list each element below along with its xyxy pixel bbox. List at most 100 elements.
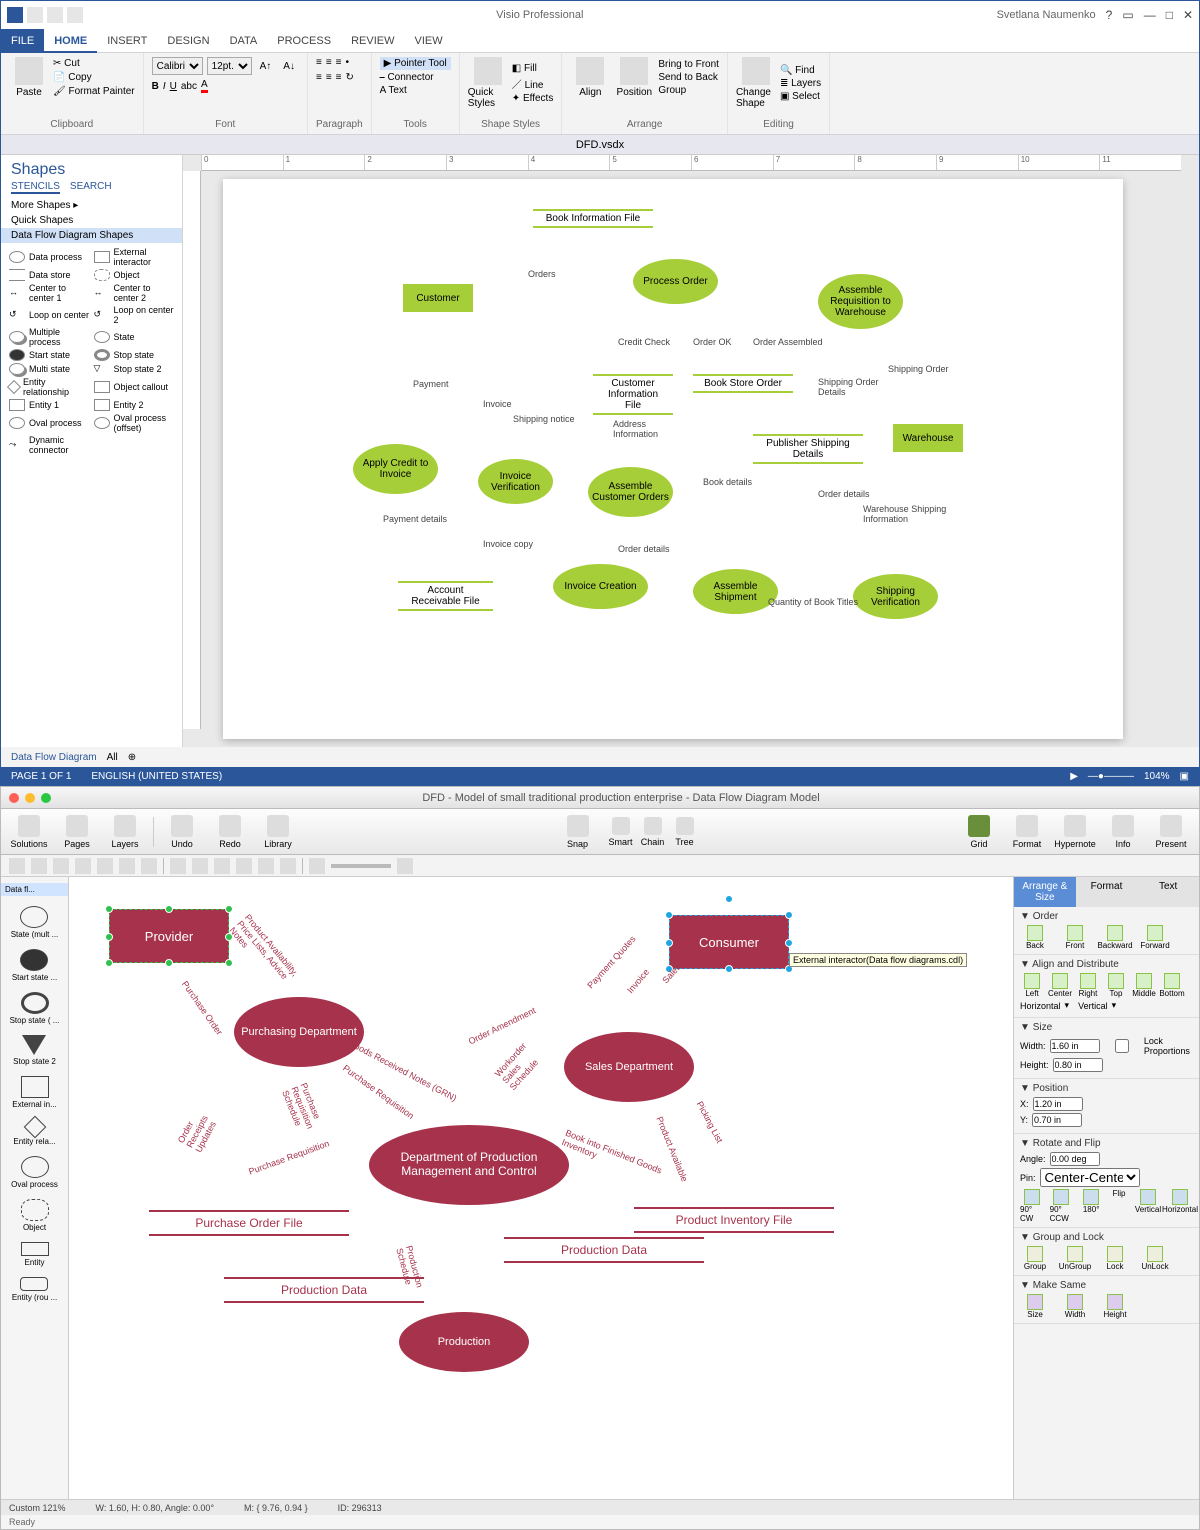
shape-oval-process-offset[interactable]: Oval process (offset) [94, 413, 175, 433]
shape-loop1[interactable]: ↺Loop on center [9, 305, 90, 325]
bold-button[interactable]: B [152, 81, 159, 92]
format-painter-button[interactable]: 🖌 Format Painter [53, 86, 135, 97]
rect-tool-icon[interactable] [97, 858, 113, 874]
grid-button[interactable]: Grid [959, 815, 999, 849]
underline-button[interactable]: U [170, 81, 177, 92]
misc6-tool-icon[interactable] [280, 858, 296, 874]
proc-invoice-creation[interactable]: Invoice Creation [553, 564, 648, 609]
close-icon[interactable] [9, 793, 19, 803]
send-back-button[interactable]: Send to Back [658, 72, 719, 83]
store-prod-data1[interactable]: Production Data [224, 1277, 424, 1303]
tab-insert[interactable]: INSERT [97, 29, 157, 53]
position-button[interactable]: Position [614, 57, 654, 98]
tree-button[interactable]: Tree [670, 817, 700, 847]
handle-icon[interactable] [225, 959, 233, 967]
proc-assemble-req[interactable]: Assemble Requisition to Warehouse [818, 274, 903, 329]
stencil-entity[interactable]: Entity [21, 1242, 49, 1267]
handle-icon[interactable] [105, 933, 113, 941]
undo-icon[interactable] [47, 7, 63, 23]
stencil-stop-state2[interactable]: Stop state 2 [13, 1035, 56, 1066]
stencil-entity-rou[interactable]: Entity (rou ... [12, 1277, 57, 1302]
paste-button[interactable]: Paste [9, 57, 49, 98]
stencil-external[interactable]: External in... [12, 1076, 56, 1109]
minimize-icon[interactable]: — [1144, 8, 1156, 22]
misc2-tool-icon[interactable] [192, 858, 208, 874]
minimize-icon[interactable] [25, 793, 35, 803]
fill-button[interactable]: ◧ Fill [512, 63, 554, 74]
shape-stop-state2[interactable]: ▽Stop state 2 [94, 363, 175, 375]
shape-object[interactable]: Object [94, 269, 175, 281]
shape-entity2[interactable]: Entity 2 [94, 399, 175, 411]
more-shapes-link[interactable]: More Shapes ▸ [1, 198, 182, 213]
tab-data[interactable]: DATA [220, 29, 268, 53]
stencil-state-mult[interactable]: State (mult ... [11, 906, 59, 939]
grow-font-icon[interactable]: A↑ [256, 60, 276, 73]
hypernote-button[interactable]: Hypernote [1055, 815, 1095, 849]
align-bottom-button[interactable]: Bottom [1160, 973, 1184, 998]
proc-invoice-verif[interactable]: Invoice Verification [478, 459, 553, 504]
misc-tool-icon[interactable] [170, 858, 186, 874]
close-icon[interactable]: ✕ [1183, 8, 1193, 22]
rotate-90cw-button[interactable]: 90° CW [1020, 1189, 1044, 1223]
zoom-slider[interactable] [331, 864, 391, 868]
shape-loop2[interactable]: ↺Loop on center 2 [94, 305, 175, 325]
zoom-icon[interactable] [41, 793, 51, 803]
shape-multi-process[interactable]: Multiple process [9, 327, 90, 347]
lock-button[interactable]: Lock [1100, 1246, 1130, 1271]
proc-dpm[interactable]: Department of Production Management and … [369, 1125, 569, 1205]
document-tab[interactable]: DFD.vsdx [576, 139, 624, 151]
align-right-icon[interactable]: ≡ [336, 72, 342, 83]
handle-icon[interactable] [665, 939, 673, 947]
maximize-icon[interactable]: □ [1166, 8, 1173, 22]
shape-data-process[interactable]: Data process [9, 247, 90, 267]
ms-size-button[interactable]: Size [1020, 1294, 1050, 1319]
rotate-text-icon[interactable]: ↻ [346, 72, 354, 83]
shape-entity-rel[interactable]: Entity relationship [9, 377, 90, 397]
fit-page-icon[interactable]: ▣ [1180, 771, 1189, 782]
font-name-select[interactable]: Calibri [152, 57, 203, 75]
dist-v-button[interactable]: Vertical [1078, 1001, 1108, 1011]
cut-button[interactable]: ✂ Cut [53, 58, 135, 69]
canvas[interactable]: 01234567891011 Book Information File Cus… [183, 155, 1199, 747]
ribbon-collapse-icon[interactable]: ▭ [1122, 8, 1133, 22]
store-book-info[interactable]: Book Information File [533, 209, 653, 228]
redo-icon[interactable] [67, 7, 83, 23]
angle-input[interactable] [1050, 1152, 1100, 1166]
search-tab[interactable]: SEARCH [70, 181, 112, 194]
align-top-button[interactable]: Top [1104, 973, 1128, 998]
tab-process[interactable]: PROCESS [267, 29, 341, 53]
shape-state[interactable]: State [94, 327, 175, 347]
shape-dynamic-connector[interactable]: ⤳Dynamic connector [9, 435, 90, 455]
proc-shipping-verif[interactable]: Shipping Verification [853, 574, 938, 619]
dfd-shapes-category[interactable]: Data Flow Diagram Shapes [1, 228, 182, 243]
format-button[interactable]: Format [1007, 815, 1047, 849]
present-icon[interactable]: ▶ [1070, 771, 1078, 782]
shape-multi-state[interactable]: Multi state [9, 363, 90, 375]
ms-height-button[interactable]: Height [1100, 1294, 1130, 1319]
text-tool-button[interactable]: A Text [380, 85, 451, 96]
undo-button[interactable]: Undo [162, 815, 202, 849]
handle-icon[interactable] [105, 959, 113, 967]
handle-icon[interactable] [105, 905, 113, 913]
handle-icon[interactable] [785, 911, 793, 919]
tab-review[interactable]: REVIEW [341, 29, 404, 53]
align-left-icon[interactable]: ≡ [316, 72, 322, 83]
curve-tool-icon[interactable] [75, 858, 91, 874]
shape-data-store[interactable]: Data store [9, 269, 90, 281]
align-button[interactable]: Align [570, 57, 610, 98]
layers-button[interactable]: ≣ Layers [780, 78, 821, 89]
lock-proportions-checkbox[interactable] [1104, 1039, 1140, 1053]
new-page-button[interactable]: ⊕ [128, 752, 136, 763]
pointer-tool-button[interactable]: ▶ Pointer Tool [380, 57, 451, 70]
proc-process-order[interactable]: Process Order [633, 259, 718, 304]
shrink-font-icon[interactable]: A↓ [279, 60, 299, 73]
redo-button[interactable]: Redo [210, 815, 250, 849]
zoom-slider[interactable]: —●——— [1088, 771, 1134, 782]
align-bot-icon[interactable]: ≡ [336, 57, 342, 68]
shape-center2[interactable]: ↔Center to center 2 [94, 283, 175, 303]
line-button[interactable]: ／ Line [512, 76, 554, 91]
snap-button[interactable]: Snap [558, 815, 598, 849]
change-shape-button[interactable]: Change Shape [736, 57, 776, 109]
align-top-icon[interactable]: ≡ [316, 57, 322, 68]
shape-start-state[interactable]: Start state [9, 349, 90, 361]
